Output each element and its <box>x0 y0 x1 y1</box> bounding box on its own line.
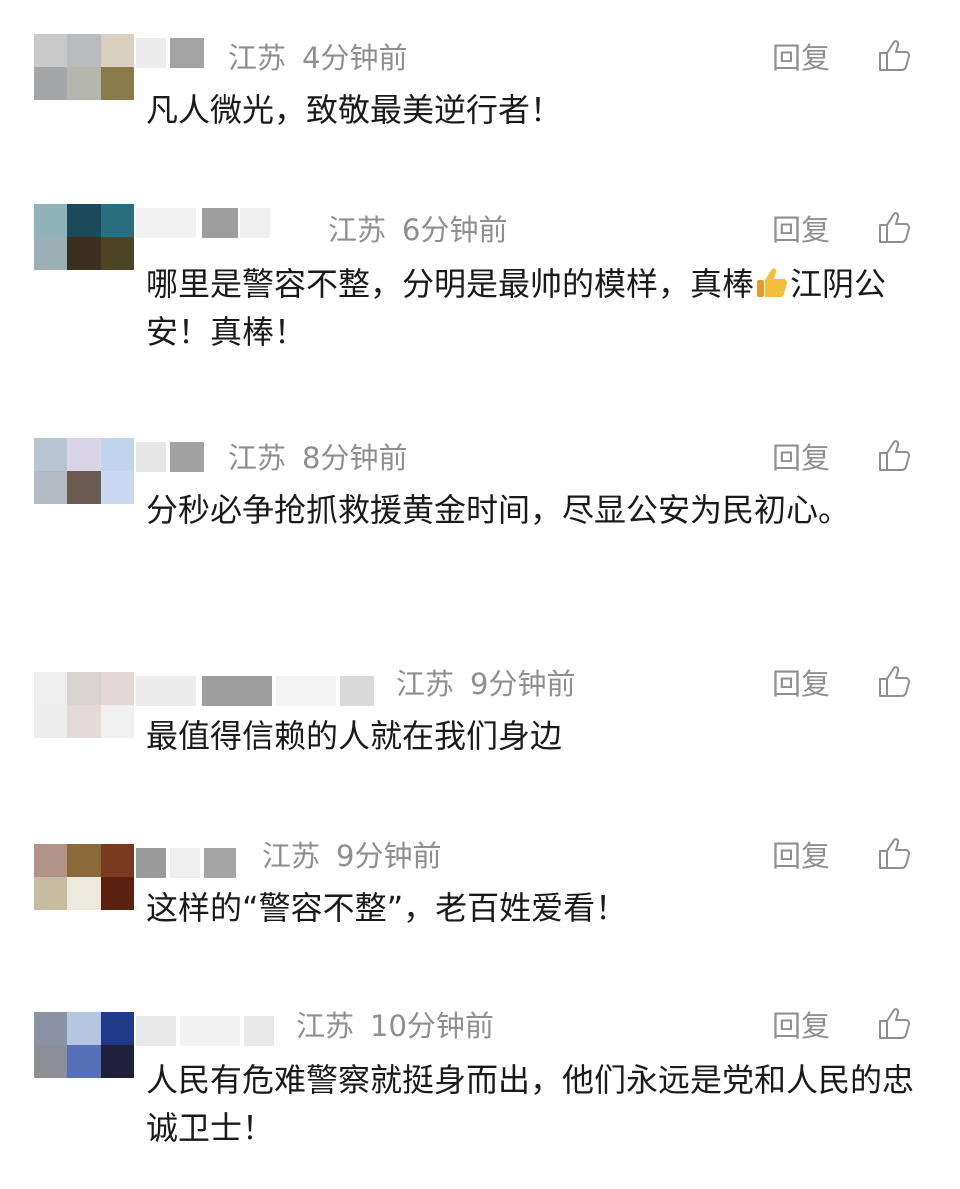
reply-button[interactable]: 回复 <box>772 212 830 248</box>
comment-time: 8分钟前 <box>302 441 408 475</box>
comment-location: 江苏 <box>228 41 287 75</box>
thumbs-up-icon <box>876 38 912 74</box>
thumbs-up-emoji-icon <box>754 265 790 301</box>
comment-meta: 江苏 9分钟前 <box>262 838 441 874</box>
comment-location: 江苏 <box>228 441 287 475</box>
comment-location: 江苏 <box>262 839 321 873</box>
like-button[interactable] <box>876 210 912 246</box>
comment-text: 人民有危难警察就挺身而出，他们永远是党和人民的忠诚卫士！ <box>146 1061 915 1147</box>
like-button[interactable] <box>876 1006 912 1042</box>
username[interactable] <box>136 438 216 474</box>
avatar[interactable] <box>34 438 134 504</box>
like-button[interactable] <box>876 664 912 700</box>
comment-text: 分秒必争抢抓救援黄金时间，尽显公安为民初心。 <box>146 491 851 529</box>
avatar[interactable] <box>34 34 134 100</box>
like-button[interactable] <box>876 836 912 872</box>
reply-button[interactable]: 回复 <box>772 838 830 874</box>
thumbs-up-icon <box>876 664 912 700</box>
reply-button[interactable]: 回复 <box>772 40 830 76</box>
comment-time: 9分钟前 <box>336 839 442 873</box>
comment-time: 4分钟前 <box>302 41 408 75</box>
avatar[interactable] <box>34 672 134 738</box>
comment-text: 最值得信赖的人就在我们身边 <box>146 717 563 755</box>
comment-meta: 江苏 4分钟前 <box>228 40 407 76</box>
comment-meta: 江苏 9分钟前 <box>396 666 575 702</box>
username[interactable] <box>136 204 276 240</box>
reply-button[interactable]: 回复 <box>772 1008 830 1044</box>
reply-button[interactable]: 回复 <box>772 440 830 476</box>
comment-location: 江苏 <box>396 667 455 701</box>
like-button[interactable] <box>876 438 912 474</box>
avatar[interactable] <box>34 1012 134 1078</box>
comment-time: 9分钟前 <box>470 667 576 701</box>
comment-meta: 江苏 6分钟前 <box>328 212 507 248</box>
comment-text: 哪里是警容不整，分明是最帅的模样，真棒 江阴公安！真棒！ <box>146 260 926 356</box>
thumbs-up-icon <box>876 1006 912 1042</box>
reply-button[interactable]: 回复 <box>772 666 830 702</box>
comment-time: 10分钟前 <box>370 1009 494 1043</box>
comment-meta: 江苏 8分钟前 <box>228 440 407 476</box>
avatar[interactable] <box>34 844 134 910</box>
comment-location: 江苏 <box>328 213 387 247</box>
username[interactable] <box>136 34 216 70</box>
username[interactable] <box>136 1012 286 1048</box>
thumbs-up-icon <box>876 210 912 246</box>
username[interactable] <box>136 672 386 708</box>
comment-meta: 江苏 10分钟前 <box>296 1008 494 1044</box>
comment-time: 6分钟前 <box>402 213 508 247</box>
avatar[interactable] <box>34 204 134 270</box>
comment-text-part: 哪里是警容不整，分明是最帅的模样，真棒 <box>146 265 755 303</box>
comment-text: 凡人微光，致敬最美逆行者！ <box>146 91 563 129</box>
comment-location: 江苏 <box>296 1009 355 1043</box>
thumbs-up-icon <box>876 836 912 872</box>
like-button[interactable] <box>876 38 912 74</box>
comment-text: 这样的“警容不整”，老百姓爱看！ <box>146 889 628 927</box>
username[interactable] <box>136 844 246 880</box>
thumbs-up-icon <box>876 438 912 474</box>
